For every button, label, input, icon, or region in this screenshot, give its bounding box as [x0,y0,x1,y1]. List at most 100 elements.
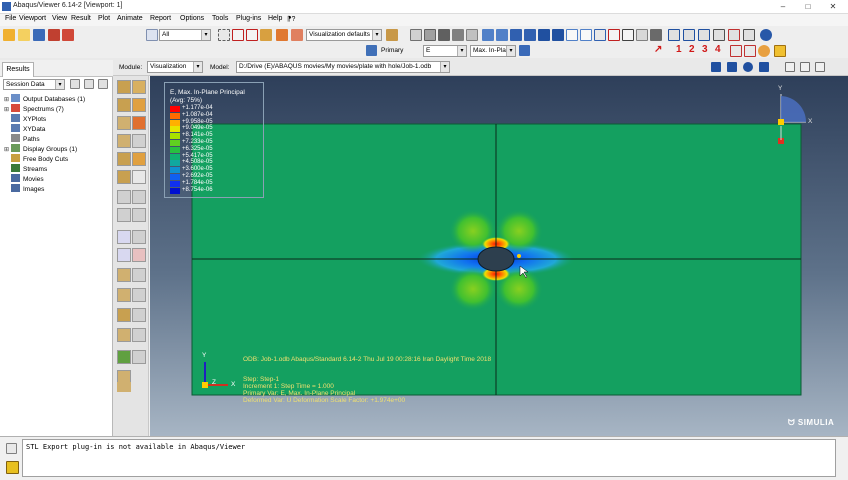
query-icon[interactable] [260,29,272,41]
message-output[interactable]: STL Export plug-in is not available in A… [22,439,836,477]
expand-toggle-icon[interactable]: ⊞ [4,96,11,103]
step-1-button[interactable]: 1 [676,44,682,55]
view-cut-icon[interactable] [117,288,131,302]
measure-icon[interactable] [594,29,606,41]
common-options-icon[interactable] [132,152,146,166]
annotation-arrow-icon[interactable] [608,29,620,41]
select-arrow-icon[interactable] [146,29,158,41]
menu-viewport[interactable]: Viewport [19,15,46,22]
print-icon[interactable] [48,29,60,41]
axis-x-icon[interactable]: ↗ [654,44,662,55]
csys-icon[interactable] [730,45,742,57]
xy-plot-options-icon[interactable] [132,248,146,262]
field-output-var-combo[interactable]: E ▾ [423,45,467,57]
tree-item-xydata[interactable]: XYData [4,124,45,134]
view-manager-icon[interactable] [386,29,398,41]
stream-manager-icon[interactable] [132,350,146,364]
view-right-icon[interactable] [524,29,536,41]
view-defaults-combo[interactable]: Visualization defaults ▾ [306,29,382,41]
play-icon[interactable] [743,62,753,72]
cycle-views-icon[interactable] [743,29,755,41]
colors-icon[interactable] [276,29,288,41]
box-select-icon[interactable] [218,29,230,41]
filter-icon[interactable] [70,79,80,89]
invariant-combo[interactable]: Max. In-Plane ▾ [470,45,516,57]
viewport-tile-icon[interactable] [566,29,578,41]
menu-options[interactable]: Options [180,15,204,22]
display-group-manager-icon[interactable] [132,308,146,322]
overlay-plot-icon[interactable] [117,170,131,184]
info-icon[interactable] [760,29,772,41]
render-wireframe-icon[interactable] [410,29,422,41]
plot-contours-undeformed-icon[interactable] [117,98,131,112]
color-icon[interactable] [758,45,770,57]
tree-item-movies[interactable]: Movies [4,174,44,184]
allow-multiple-plot-states-icon[interactable] [132,134,146,148]
plot-symbols-icon[interactable] [132,116,146,130]
menu-result[interactable]: Result [71,15,91,22]
field-output-dialog-icon[interactable] [366,45,377,56]
movie-icon[interactable] [800,62,810,72]
grid-toggle-icon[interactable] [636,29,648,41]
display-group-icon[interactable] [744,45,756,57]
annotation-text-icon[interactable] [622,29,634,41]
previous-frame-icon[interactable] [727,62,737,72]
selection-filter-combo[interactable]: All ▾ [159,29,211,41]
view-cut-manager-icon[interactable] [132,288,146,302]
rotate-icon[interactable] [683,29,695,41]
view-back-icon[interactable] [496,29,508,41]
module-combo[interactable]: Visualization ▾ [147,61,203,73]
menu-view[interactable]: View [52,15,67,22]
camera-icon[interactable] [650,29,662,41]
plot-material-orientations-icon[interactable] [117,134,131,148]
tree-item-paths[interactable]: Paths [4,134,40,144]
auto-fit-icon[interactable] [728,29,740,41]
create-xy-plot-icon[interactable] [117,248,131,262]
render-filled-icon[interactable] [438,29,450,41]
animation-options-icon[interactable] [785,62,795,72]
plot-undeformed-icon[interactable] [117,80,131,94]
tree-item-free-body-cuts[interactable]: Free Body Cuts [4,154,68,164]
menu-help[interactable]: Help [268,15,282,22]
python-prompt-icon[interactable] [6,461,19,474]
plot-contours-deformed-icon[interactable] [132,98,146,112]
viewport-cascade-icon[interactable] [580,29,592,41]
step-2-button[interactable]: 2 [689,44,695,55]
sync-icon[interactable] [519,45,530,56]
collapse-icon[interactable] [84,79,94,89]
view-iso-icon[interactable] [552,29,564,41]
xy-data-manager-icon[interactable] [132,230,146,244]
menu-tools[interactable]: Tools [212,15,228,22]
view-left-icon[interactable] [510,29,522,41]
color-code-icon[interactable] [291,29,303,41]
select-box-icon[interactable] [246,29,258,41]
expand-toggle-icon[interactable]: ⊞ [4,106,11,113]
step-3-button[interactable]: 3 [702,44,708,55]
maximize-button[interactable]: □ [797,1,819,13]
view-top-icon[interactable] [538,29,550,41]
expand-icon[interactable] [98,79,108,89]
animate-harmonic-icon[interactable] [117,208,131,222]
tree-item-display-groups[interactable]: ⊞ Display Groups (1) [4,144,77,154]
tree-item-xyplots[interactable]: XYPlots [4,114,46,124]
animate-scale-icon[interactable] [117,190,131,204]
field-output-type[interactable]: Primary [381,47,403,54]
tree-item-images[interactable]: Images [4,184,44,194]
create-xy-data-icon[interactable] [117,230,131,244]
next-frame-icon[interactable] [759,62,769,72]
menu-animate[interactable]: Animate [117,15,143,22]
model-combo[interactable]: D:/Drive (E)/ABAQUS movies/My movies/pla… [236,61,450,73]
time-history-icon[interactable] [815,62,825,72]
session-data-combo[interactable]: Session Data ▾ [3,79,65,90]
render-hidden-icon[interactable] [424,29,436,41]
tree-item-spectrums[interactable]: ⊞ Spectrums (7) [4,104,64,114]
contour-options-icon[interactable] [132,170,146,184]
save-icon[interactable] [33,29,45,41]
scale-icon[interactable] [774,45,786,57]
animation-options-icon[interactable] [132,208,146,222]
close-button[interactable]: ✕ [822,1,844,13]
plot-contours-both-icon[interactable] [117,116,131,130]
path-create-icon[interactable] [117,268,131,282]
query-information-icon[interactable] [117,328,131,342]
first-frame-icon[interactable] [711,62,721,72]
